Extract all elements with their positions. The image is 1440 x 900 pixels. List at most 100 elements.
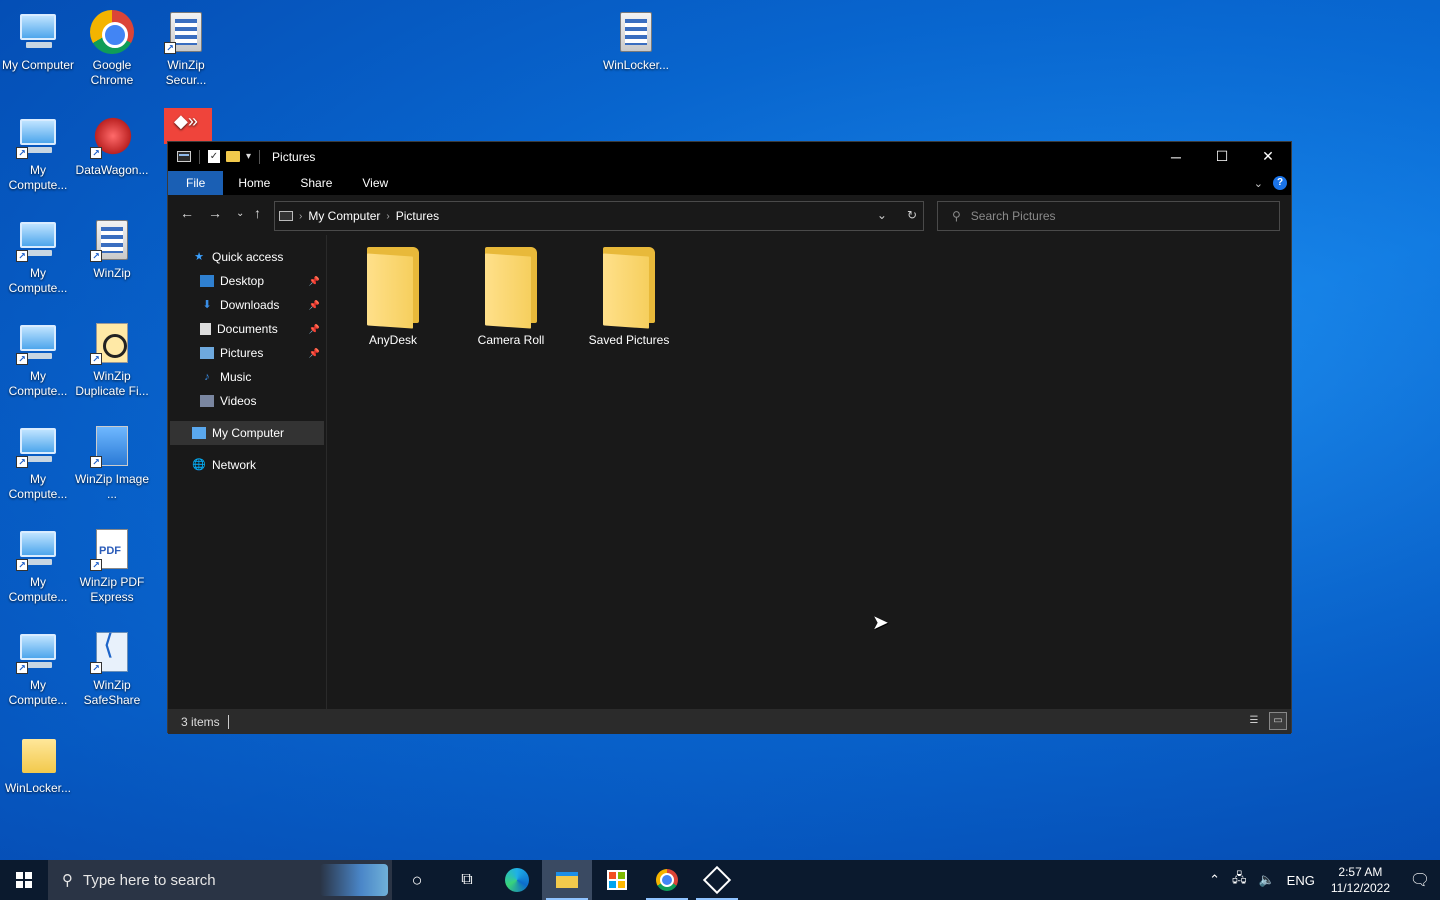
- folder-item-saved-pictures[interactable]: Saved Pictures: [574, 247, 684, 347]
- desktop-icon-winzip-duplicate[interactable]: ↗ WinZip Duplicate Fi...: [74, 319, 150, 399]
- desktop-icon-label: WinZip Image ...: [74, 472, 150, 501]
- customize-toolbar-icon[interactable]: ▾: [246, 151, 251, 162]
- nav-pictures[interactable]: Pictures 📌: [200, 341, 324, 365]
- pictures-icon: [200, 347, 214, 359]
- taskbar: ⚲ Type here to search ○ ⧉ ⌃ 🖧 🔈 ENG 2:57…: [0, 860, 1440, 900]
- nav-label: Pictures: [220, 346, 264, 360]
- network-icon[interactable]: 🖧: [1232, 869, 1247, 891]
- share-icon: ↗: [88, 628, 136, 676]
- winzip-icon: [612, 8, 660, 56]
- mouse-cursor-icon: ➤: [872, 612, 889, 634]
- folder-icon: [601, 247, 657, 331]
- start-button[interactable]: [0, 860, 48, 900]
- desktop-icon-label: My Compute...: [8, 266, 68, 295]
- cortana-icon: ○: [411, 869, 423, 890]
- taskbar-search-box[interactable]: ⚲ Type here to search: [48, 860, 392, 900]
- close-button[interactable]: ✕: [1245, 142, 1291, 171]
- desktop-icon-my-computer-4[interactable]: ↗ My Compute...: [0, 319, 76, 399]
- clock[interactable]: 2:57 AM 11/12/2022: [1331, 864, 1390, 896]
- new-folder-icon[interactable]: [226, 151, 240, 162]
- window-menu-icon[interactable]: [177, 151, 191, 162]
- taskbar-search-placeholder: Type here to search: [83, 871, 216, 889]
- chevron-up-icon[interactable]: ⌃: [1209, 872, 1220, 888]
- desktop-icon-winzip-pdf[interactable]: ↗ WinZip PDF Express: [74, 525, 150, 605]
- nav-quick-access[interactable]: ★ Quick access: [192, 245, 324, 269]
- language-indicator[interactable]: ENG: [1287, 873, 1315, 888]
- file-explorer-icon: [556, 872, 578, 888]
- nav-desktop[interactable]: Desktop 📌: [200, 269, 324, 293]
- back-arrow-icon[interactable]: ←: [180, 205, 194, 221]
- large-icons-view-icon[interactable]: ▭: [1269, 712, 1287, 730]
- desktop-icon-label: WinLocker...: [4, 781, 72, 795]
- expand-ribbon-icon[interactable]: ⌄: [1254, 177, 1263, 190]
- details-view-icon[interactable]: ☰: [1245, 712, 1263, 730]
- nav-videos[interactable]: Videos: [200, 389, 324, 413]
- search-highlight-image[interactable]: [320, 864, 388, 896]
- taskbar-file-explorer[interactable]: [542, 860, 592, 900]
- desktop-icon-winzip-safeshare[interactable]: ↗ WinZip SafeShare: [74, 628, 150, 708]
- folder-content-area[interactable]: AnyDesk Camera Roll Saved Pictures: [328, 235, 1291, 709]
- desktop-icon-my-computer[interactable]: My Computer: [0, 8, 76, 73]
- computer-icon: [192, 427, 206, 439]
- pin-icon[interactable]: 📌: [309, 276, 320, 287]
- title-bar[interactable]: ✓ ▾ Pictures ─ ☐ ✕: [168, 142, 1291, 171]
- nav-network[interactable]: 🌐 Network: [192, 453, 324, 477]
- properties-icon[interactable]: ✓: [208, 150, 220, 163]
- breadcrumb-my-computer[interactable]: My Computer: [308, 209, 380, 223]
- desktop-icon-winlocker[interactable]: WinLocker...: [598, 8, 674, 73]
- desktop-icon-winlocker-folder[interactable]: WinLocker...: [0, 731, 76, 796]
- taskbar-virtualbox[interactable]: [692, 860, 742, 900]
- taskbar-chrome[interactable]: [642, 860, 692, 900]
- pane-divider[interactable]: [326, 235, 327, 709]
- tab-share[interactable]: Share: [285, 171, 347, 195]
- refresh-icon[interactable]: ↻: [907, 208, 917, 222]
- address-dropdown-icon[interactable]: ⌄: [877, 208, 887, 222]
- pin-icon[interactable]: 📌: [309, 324, 320, 335]
- tab-file[interactable]: File: [168, 171, 224, 195]
- desktop-icon-my-computer-5[interactable]: ↗ My Compute...: [0, 422, 76, 502]
- volume-icon[interactable]: 🔈: [1258, 872, 1274, 888]
- search-box[interactable]: ⚲ Search Pictures: [937, 201, 1280, 231]
- desktop-icon-my-computer-7[interactable]: ↗ My Compute...: [0, 628, 76, 708]
- nav-documents[interactable]: Documents 📌: [200, 317, 324, 341]
- cortana-button[interactable]: ○: [392, 860, 442, 900]
- winzip-duplicate-icon: ↗: [88, 319, 136, 367]
- computer-icon: ↗: [14, 422, 62, 470]
- pin-icon[interactable]: 📌: [309, 348, 320, 359]
- desktop-icon-my-computer-2[interactable]: ↗ My Compute...: [0, 113, 76, 193]
- desktop-icon-winzip-image[interactable]: ↗ WinZip Image ...: [74, 422, 150, 502]
- desktop-icon-label: My Compute...: [8, 472, 68, 501]
- maximize-button[interactable]: ☐: [1199, 142, 1245, 171]
- desktop-icon-my-computer-6[interactable]: ↗ My Compute...: [0, 525, 76, 605]
- desktop-icon-google-chrome[interactable]: Google Chrome: [74, 8, 150, 88]
- recent-locations-icon[interactable]: ⌄: [236, 208, 244, 219]
- desktop-icon-label: WinZip PDF Express: [79, 575, 145, 604]
- taskbar-edge[interactable]: [492, 860, 542, 900]
- desktop-icon-datawagon[interactable]: ↗ DataWagon...: [74, 113, 150, 178]
- nav-downloads[interactable]: ⬇ Downloads 📌: [200, 293, 324, 317]
- chevron-right-icon[interactable]: ›: [299, 211, 302, 222]
- notifications-icon[interactable]: 🗨: [1400, 860, 1440, 900]
- computer-icon: [279, 211, 293, 221]
- forward-arrow-icon[interactable]: →: [208, 205, 222, 221]
- task-view-button[interactable]: ⧉: [442, 860, 492, 900]
- tab-view[interactable]: View: [347, 171, 403, 195]
- folder-item-anydesk[interactable]: AnyDesk: [338, 247, 448, 347]
- download-icon: ⬇: [202, 299, 212, 311]
- desktop-icon-my-computer-3[interactable]: ↗ My Compute...: [0, 216, 76, 296]
- help-icon[interactable]: ?: [1273, 176, 1287, 190]
- desktop-icon-winzip-secure[interactable]: ↗ WinZip Secur...: [148, 8, 224, 88]
- minimize-button[interactable]: ─: [1153, 142, 1199, 171]
- nav-music[interactable]: ♪ Music: [200, 365, 324, 389]
- desktop-icon-label: WinZip Secur...: [165, 58, 207, 87]
- address-bar[interactable]: › My Computer › Pictures ⌄ ↻: [274, 201, 924, 231]
- pin-icon[interactable]: 📌: [309, 300, 320, 311]
- taskbar-store[interactable]: [592, 860, 642, 900]
- folder-item-camera-roll[interactable]: Camera Roll: [456, 247, 566, 347]
- up-arrow-icon[interactable]: ↑: [254, 205, 261, 221]
- chevron-right-icon[interactable]: ›: [386, 211, 389, 222]
- breadcrumb-pictures[interactable]: Pictures: [396, 209, 439, 223]
- nav-my-computer[interactable]: My Computer: [170, 421, 324, 445]
- tab-home[interactable]: Home: [223, 171, 285, 195]
- desktop-icon-winzip[interactable]: ↗ WinZip: [74, 216, 150, 281]
